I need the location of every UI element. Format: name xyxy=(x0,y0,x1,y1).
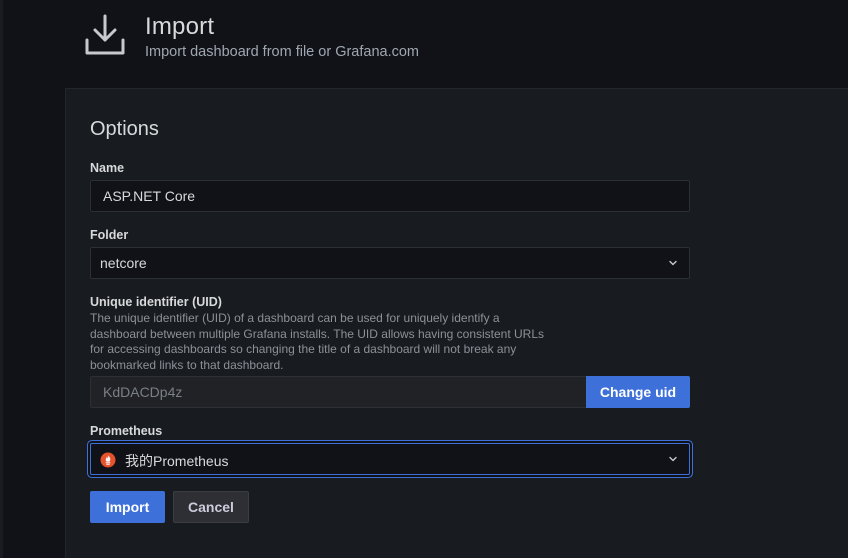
chevron-down-icon xyxy=(669,260,677,266)
uid-field: KdDACDp4z xyxy=(90,376,586,408)
change-uid-button[interactable]: Change uid xyxy=(586,376,690,408)
folder-select-value: netcore xyxy=(100,255,147,271)
name-input[interactable] xyxy=(90,180,690,212)
sidebar-edge xyxy=(0,0,3,558)
import-button[interactable]: Import xyxy=(90,491,165,523)
prometheus-label: Prometheus xyxy=(90,424,163,438)
cancel-button[interactable]: Cancel xyxy=(173,491,249,523)
left-sidebar-strip xyxy=(0,0,66,558)
folder-select[interactable]: netcore xyxy=(90,247,690,279)
uid-description-line: for accessing dashboards so changing the… xyxy=(90,342,517,356)
import-download-icon xyxy=(85,14,125,55)
uid-value: KdDACDp4z xyxy=(103,384,183,400)
name-label: Name xyxy=(90,161,125,175)
options-heading: Options xyxy=(90,118,159,140)
page-subtitle: Import dashboard from file or Grafana.co… xyxy=(145,44,420,60)
prometheus-select-value: 我的Prometheus xyxy=(125,453,229,469)
uid-description-line: The unique identifier (UID) of a dashboa… xyxy=(90,311,500,325)
uid-description: The unique identifier (UID) of a dashboa… xyxy=(90,311,570,373)
prometheus-icon xyxy=(100,452,116,468)
page-title: Import xyxy=(145,13,215,40)
chevron-down-icon xyxy=(669,456,677,462)
uid-description-line: dashboard between multiple Grafana insta… xyxy=(90,326,545,341)
uid-label: Unique identifier (UID) xyxy=(90,295,222,309)
prometheus-select[interactable]: 我的Prometheus xyxy=(90,443,690,475)
uid-description-line: bookmarked links to that dashboard. xyxy=(90,357,284,372)
folder-label: Folder xyxy=(90,228,129,242)
